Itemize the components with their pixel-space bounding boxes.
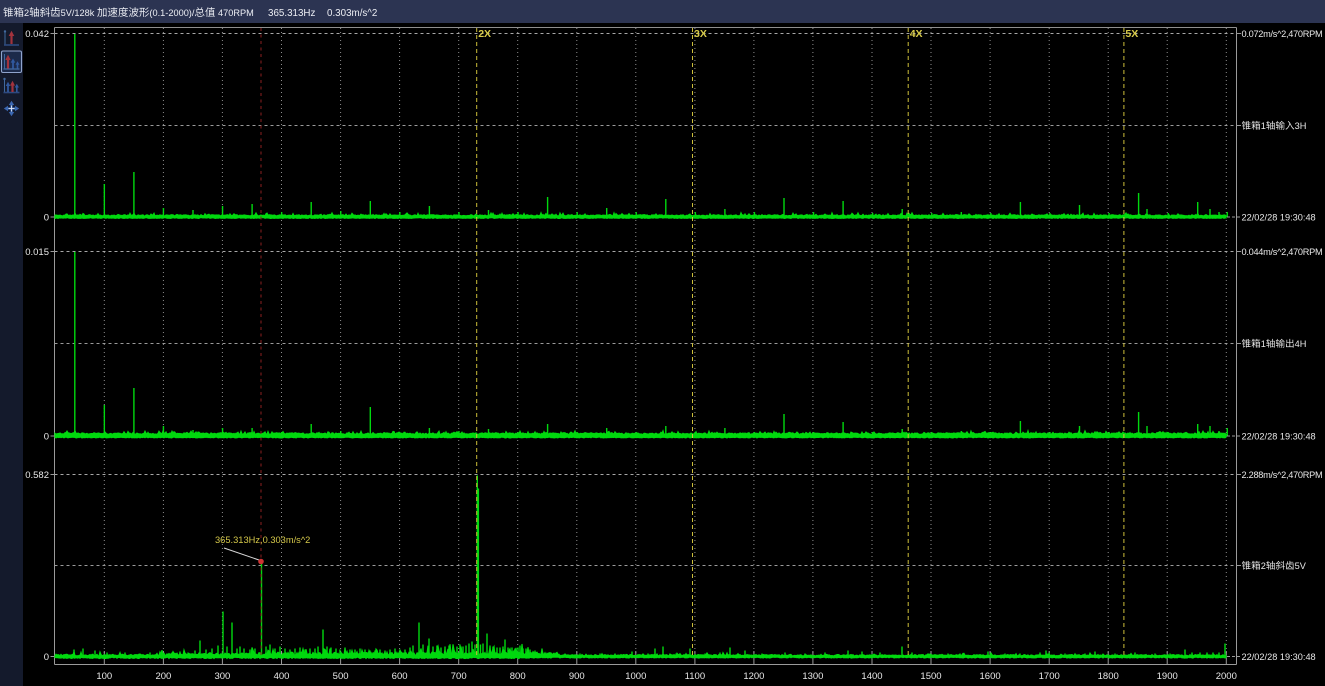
svg-text:3X: 3X — [694, 28, 707, 40]
svg-text:200: 200 — [155, 671, 171, 682]
svg-text:470RPM: 470RPM — [218, 8, 254, 18]
svg-text:0.044m/s^2,470RPM: 0.044m/s^2,470RPM — [1242, 247, 1323, 257]
svg-text:22/02/28: 22/02/28 — [1242, 652, 1278, 662]
svg-text:1200: 1200 — [743, 671, 764, 682]
svg-text:1400: 1400 — [861, 671, 882, 682]
svg-text:19:30:48: 19:30:48 — [1280, 652, 1316, 662]
svg-text:19:30:48: 19:30:48 — [1280, 212, 1316, 222]
svg-text:0.582: 0.582 — [25, 470, 49, 481]
svg-text:600: 600 — [392, 671, 408, 682]
svg-text:400: 400 — [274, 671, 290, 682]
svg-text:2: 2 — [24, 8, 29, 18]
svg-text:22/02/28: 22/02/28 — [1242, 431, 1278, 441]
svg-text:3H: 3H — [1295, 121, 1307, 131]
svg-text:365.313Hz,0.303m/s^2: 365.313Hz,0.303m/s^2 — [215, 535, 310, 545]
svg-text:1900: 1900 — [1157, 671, 1178, 682]
svg-text:500: 500 — [333, 671, 349, 682]
svg-text:800: 800 — [510, 671, 526, 682]
svg-text:2.288m/s^2,470RPM: 2.288m/s^2,470RPM — [1242, 470, 1323, 480]
svg-text:1500: 1500 — [920, 671, 941, 682]
svg-text:4H: 4H — [1295, 339, 1307, 349]
svg-text:1800: 1800 — [1098, 671, 1119, 682]
svg-text:0.015: 0.015 — [25, 247, 49, 258]
svg-text:2X: 2X — [478, 28, 491, 40]
svg-text:22/02/28: 22/02/28 — [1242, 212, 1278, 222]
svg-text:700: 700 — [451, 671, 467, 682]
svg-text:0.072m/s^2,470RPM: 0.072m/s^2,470RPM — [1242, 29, 1323, 39]
svg-text:0: 0 — [44, 213, 49, 224]
svg-text:2: 2 — [1261, 561, 1266, 571]
svg-text:1600: 1600 — [980, 671, 1001, 682]
svg-text:0: 0 — [44, 652, 49, 663]
svg-text:0.042: 0.042 — [25, 29, 49, 40]
svg-text:1300: 1300 — [802, 671, 823, 682]
svg-text:4X: 4X — [910, 28, 923, 40]
svg-text:5V: 5V — [1295, 561, 1307, 571]
svg-text:5V/128k: 5V/128k — [61, 8, 95, 18]
svg-text:300: 300 — [214, 671, 230, 682]
svg-text:1: 1 — [1261, 339, 1266, 349]
svg-text:0.303m/s^2: 0.303m/s^2 — [327, 8, 377, 19]
svg-text:2000: 2000 — [1216, 671, 1237, 682]
svg-text:1: 1 — [1261, 121, 1266, 131]
svg-text:1700: 1700 — [1039, 671, 1060, 682]
svg-text:(0.1-2000)/: (0.1-2000)/ — [149, 8, 194, 18]
svg-text:1000: 1000 — [625, 671, 646, 682]
svg-text:19:30:48: 19:30:48 — [1280, 431, 1316, 441]
svg-text:0: 0 — [44, 432, 49, 443]
svg-text:365.313Hz: 365.313Hz — [268, 8, 316, 19]
svg-text:1100: 1100 — [685, 671, 705, 682]
svg-text:900: 900 — [569, 671, 585, 682]
svg-text:100: 100 — [96, 671, 112, 682]
svg-text:5X: 5X — [1125, 28, 1138, 40]
